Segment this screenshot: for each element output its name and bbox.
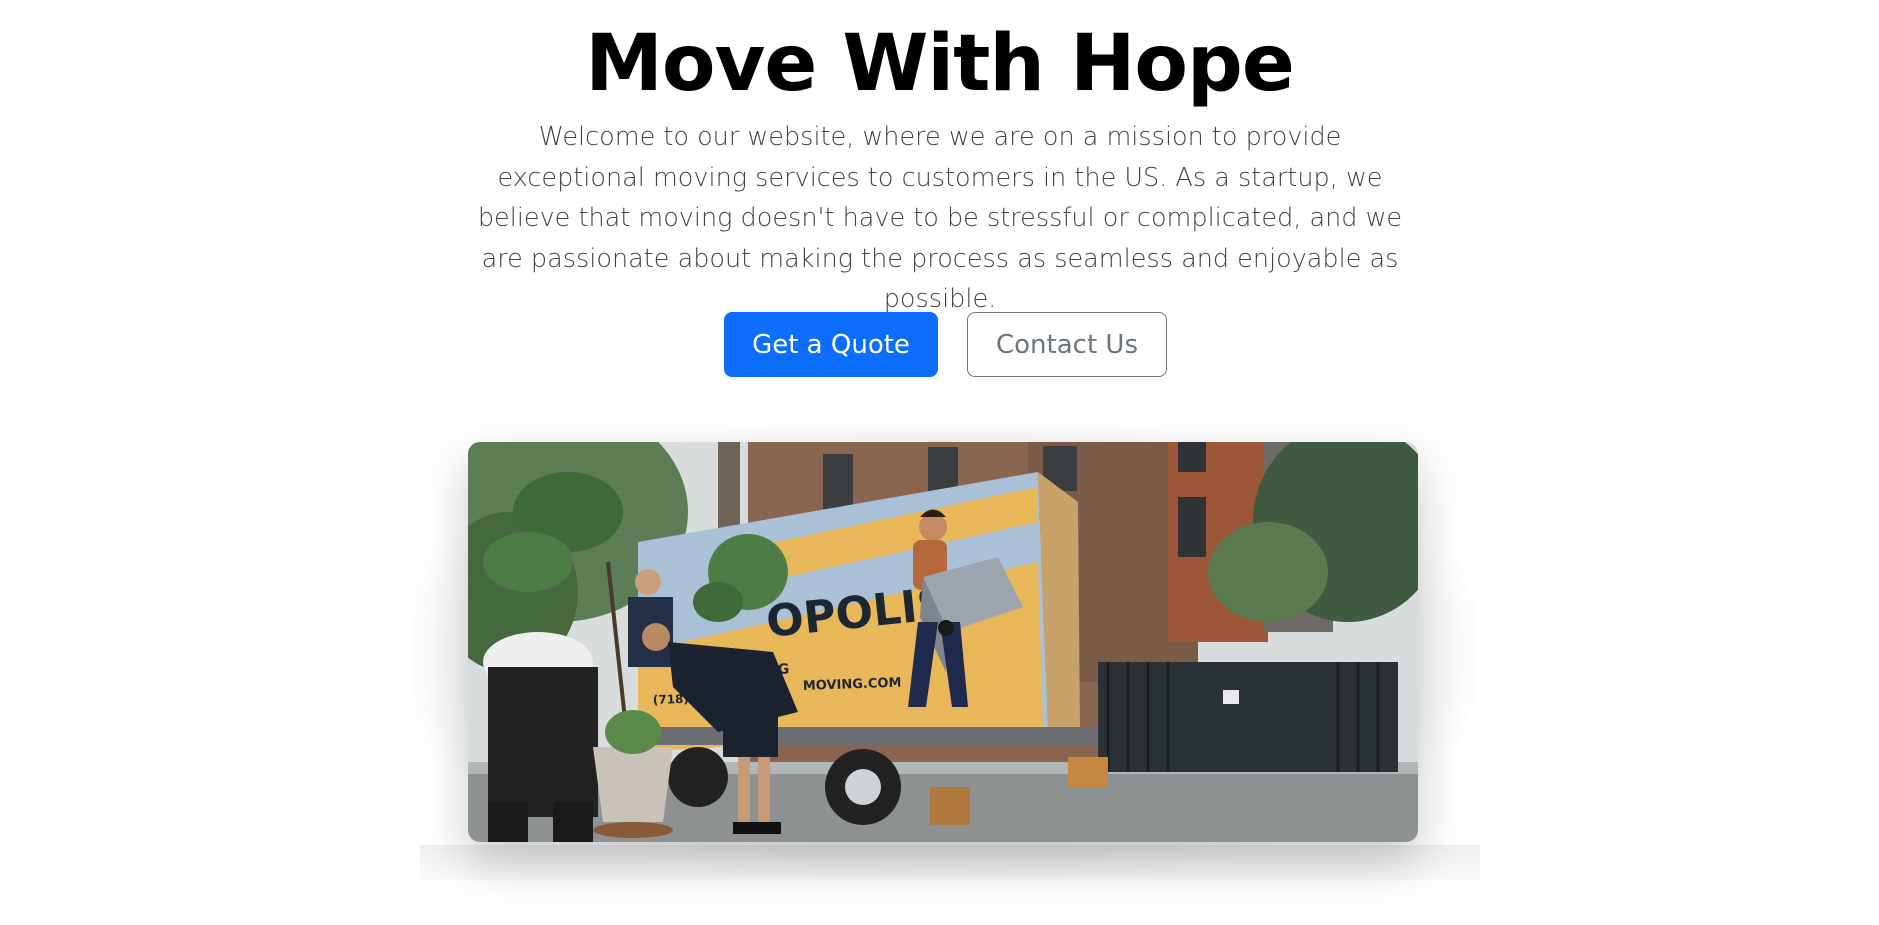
get-a-quote-button[interactable]: Get a Quote xyxy=(724,312,938,377)
page-title: Move With Hope xyxy=(585,19,1294,109)
image-shadow-bottom xyxy=(420,845,1480,880)
hero-image: OPOLIS G (718) 7 520 • MO MOVING.COM xyxy=(468,442,1418,842)
hero-section: Move With Hope Welcome to our website, w… xyxy=(0,0,1879,925)
moving-truck-photo: OPOLIS G (718) 7 520 • MO MOVING.COM xyxy=(468,442,1418,842)
contact-us-button[interactable]: Contact Us xyxy=(967,312,1167,377)
hero-lead-text: Welcome to our website, where we are on … xyxy=(477,122,1403,314)
